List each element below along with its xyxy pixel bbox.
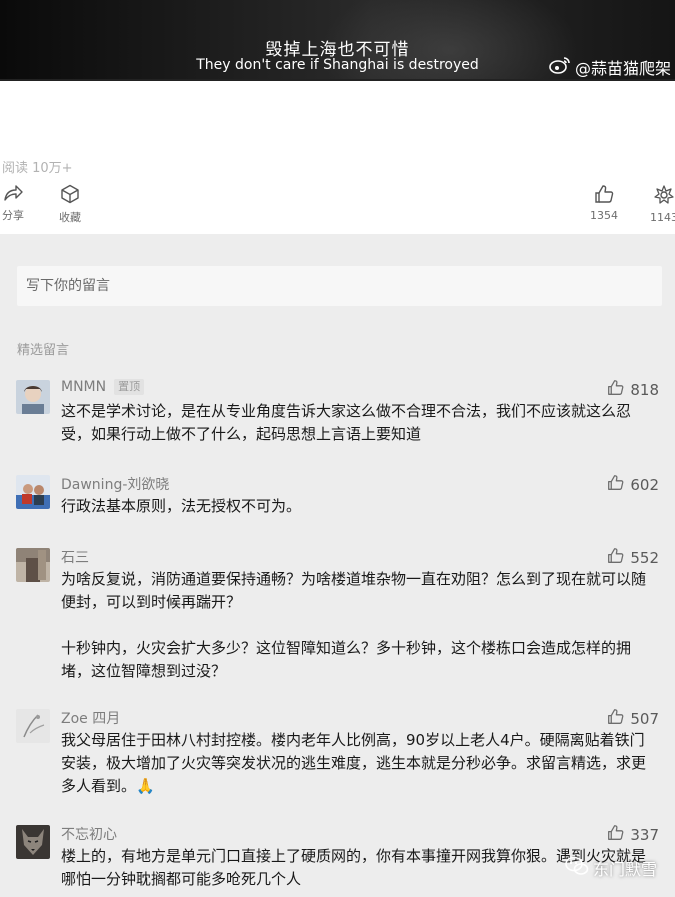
avatar[interactable]: [16, 548, 50, 582]
comment-like-count: 337: [630, 825, 659, 844]
video-watermark-text: @蒜苗猫爬架: [574, 59, 671, 78]
thumbs-up-icon: [607, 474, 624, 495]
wechat-icon: [565, 856, 589, 880]
comment-text: 为啥反复说，消防通道要保持通畅？为啥楼道堆杂物一直在劝阻？怎么到了现在就可以随便…: [61, 570, 647, 680]
comment-author: 石三: [61, 547, 89, 567]
comment-author: 不忘初心: [61, 824, 117, 844]
thumbs-up-icon: [607, 379, 624, 400]
avatar[interactable]: [16, 825, 50, 859]
like-count: 1354: [590, 209, 618, 222]
comment-like-count: 602: [630, 475, 659, 494]
comment-text: 我父母居住于田林八村封控楼。楼内老年人比例高，90岁以上老人4户。硬隔离贴着铁门…: [61, 731, 647, 795]
avatar[interactable]: [16, 475, 50, 509]
wow-count: 1143: [650, 211, 675, 224]
thumbs-up-icon: [607, 824, 624, 845]
like-button[interactable]: 1354: [590, 184, 618, 222]
write-comment-input[interactable]: 写下你的留言: [17, 266, 662, 306]
bottom-watermark: 东门默雪: [565, 856, 657, 880]
video-progress-track[interactable]: [0, 79, 675, 81]
thumbs-up-icon: [594, 184, 614, 204]
thumbs-up-icon: [607, 547, 624, 568]
comment-author-name: 石三: [61, 550, 89, 566]
comment-author-name: MNMN: [61, 379, 107, 395]
comment-like-button[interactable]: 552: [607, 547, 659, 568]
favorite-button[interactable]: 收藏: [59, 184, 81, 225]
avatar[interactable]: [16, 380, 50, 414]
comment-author-name: 不忘初心: [61, 827, 117, 843]
weibo-icon: [549, 56, 571, 78]
thumbs-up-icon: [607, 708, 624, 729]
comment-author-name: Dawning-刘欲晓: [61, 477, 170, 493]
comment-like-count: 552: [630, 548, 659, 567]
video-watermark: @蒜苗猫爬架: [549, 55, 671, 79]
comment-like-count: 818: [630, 380, 659, 399]
comment-author: MNMN 置顶: [61, 379, 145, 395]
share-button[interactable]: 分享: [2, 184, 24, 223]
comment-like-count: 507: [630, 709, 659, 728]
share-icon: [3, 184, 23, 202]
comment-like-button[interactable]: 337: [607, 824, 659, 845]
comment-like-button[interactable]: 507: [607, 708, 659, 729]
comment-author: Zoe 四月: [61, 708, 120, 728]
comment-author: Dawning-刘欲晓: [61, 474, 169, 494]
comment-text: 行政法基本原则，法无授权不可为。: [61, 497, 302, 515]
favorite-label: 收藏: [59, 211, 81, 224]
pinned-badge: 置顶: [114, 379, 145, 395]
comment-like-button[interactable]: 818: [607, 379, 659, 400]
read-count: 阅读 10万+: [2, 161, 73, 176]
comment-text: 这不是学术讨论，是在从专业角度告诉大家这么做不合理不合法，我们不应该就这么忍受，…: [61, 402, 632, 443]
avatar[interactable]: [16, 709, 50, 743]
share-label: 分享: [2, 209, 24, 222]
video-frame[interactable]: 毁掉上海也不可惜 They don't care if Shanghai is …: [0, 0, 675, 81]
featured-comments-title: 精选留言: [17, 343, 70, 358]
bottom-watermark-text: 东门默雪: [592, 860, 657, 879]
wow-button[interactable]: 1143: [650, 184, 675, 224]
comment-like-button[interactable]: 602: [607, 474, 659, 495]
cube-icon: [60, 184, 80, 204]
flower-icon: [653, 184, 675, 206]
comment-author-name: Zoe 四月: [61, 711, 121, 727]
